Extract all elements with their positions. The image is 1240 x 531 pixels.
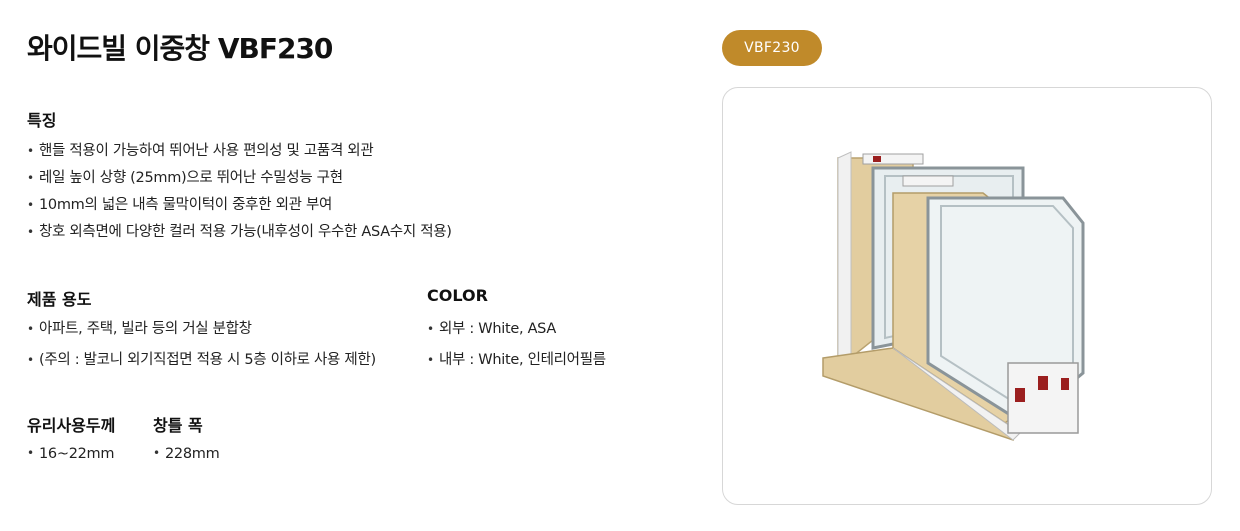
feature-item: 레일 높이 상향 (25mm)으로 뛰어난 수밀성능 구현 — [27, 168, 452, 195]
color-item: 내부 : White, 인테리어필름 — [427, 350, 606, 381]
frame-width-title: 창틀 폭 — [153, 416, 203, 435]
color-title: COLOR — [427, 286, 488, 305]
top-seal — [873, 156, 881, 162]
back-sash-pvc-edge — [837, 151, 852, 369]
frame-width-item: 228mm — [153, 446, 220, 462]
seal-strip — [1038, 376, 1048, 390]
seal-strip — [1015, 388, 1025, 402]
features-list: 핸들 적용이 가능하여 뛰어난 사용 편의성 및 고품격 외관 레일 높이 상향… — [27, 141, 452, 249]
usage-item: (주의 : 발코니 외기직접면 적용 시 5층 이하로 사용 제한) — [27, 350, 376, 381]
seal-strip — [1061, 378, 1069, 390]
usage-list: 아파트, 주택, 빌라 등의 거실 분합창 (주의 : 발코니 외기직접면 적용… — [27, 319, 376, 381]
usage-item: 아파트, 주택, 빌라 등의 거실 분합창 — [27, 319, 376, 350]
glass-thickness-title: 유리사용두께 — [27, 416, 116, 435]
product-image-frame — [722, 87, 1212, 505]
glass-thickness-item: 16~22mm — [27, 446, 115, 462]
usage-title: 제품 용도 — [27, 290, 92, 309]
window-product-image — [822, 151, 1085, 442]
top-profile-cap — [862, 153, 924, 165]
features-title: 특징 — [27, 111, 57, 130]
top-profile-cap — [902, 175, 954, 187]
feature-item: 창호 외측면에 다양한 컬러 적용 가능(내후성이 우수한 ASA수지 적용) — [27, 222, 452, 249]
page-title: 와이드빌 이중창 VBF230 — [27, 32, 333, 65]
frame-width-list: 228mm — [153, 446, 220, 462]
feature-item: 핸들 적용이 가능하여 뛰어난 사용 편의성 및 고품격 외관 — [27, 141, 452, 168]
feature-item: 10mm의 넓은 내측 물막이턱이 중후한 외관 부여 — [27, 195, 452, 222]
glass-thickness-list: 16~22mm — [27, 446, 115, 462]
color-item: 외부 : White, ASA — [427, 319, 606, 350]
color-list: 외부 : White, ASA 내부 : White, 인테리어필름 — [427, 319, 606, 381]
model-badge: VBF230 — [722, 30, 822, 66]
